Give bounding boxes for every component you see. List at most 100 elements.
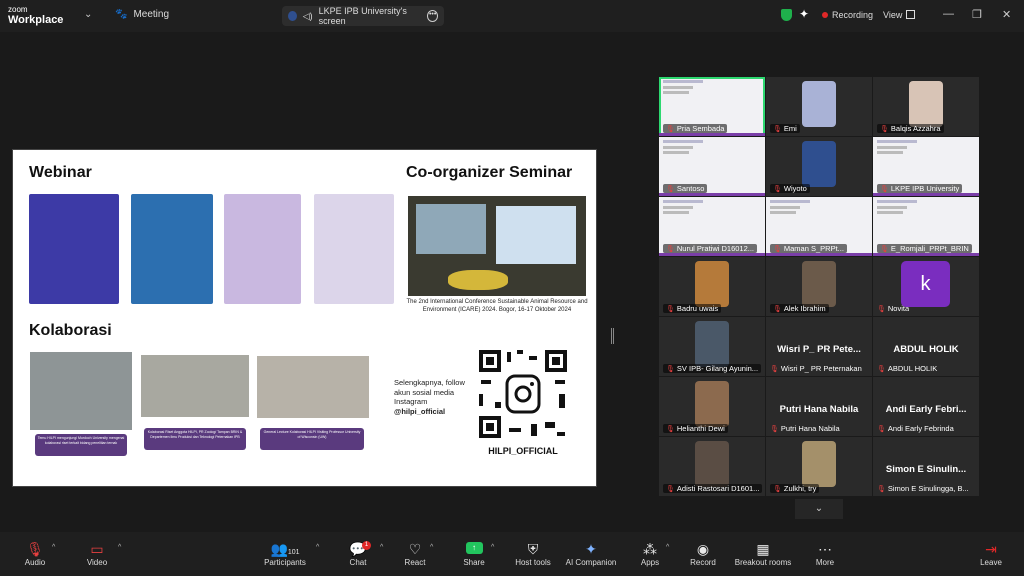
chat-badge: 1 [362,541,371,550]
leave-button[interactable]: ⇥ Leave [978,532,1004,576]
meeting-menu[interactable]: 🐾 Meeting [115,9,169,20]
gallery-scroll-down-icon[interactable]: ⌄ [795,499,843,519]
participant-video [802,81,836,127]
participant-tile[interactable]: Wisri P_ PR Pete... 🎙 Wisri P_ PR Peternak… [766,317,872,376]
participant-tile[interactable]: 🎙 Helianthi Dewi [659,377,765,436]
screen-share-indicator[interactable]: ◁) LKPE IPB University's screen ••• [282,6,444,26]
participant-tile[interactable]: Simon E Sinulin... 🎙 Simon E Sinulingga, B… [873,437,979,496]
apps-options-caret[interactable]: ^ [666,544,669,551]
participant-tile[interactable]: 🎙 Wiyoto [766,137,872,196]
breakout-rooms-button[interactable]: ▦ Breakout rooms [733,532,793,576]
mic-muted-icon: 🎙 [770,425,779,433]
shield-icon[interactable] [781,9,792,21]
apps-button[interactable]: ⁂ Apps [639,532,661,576]
participant-video [695,441,729,487]
participant-display-name: ABDUL HOLIK [893,344,959,355]
apps-icon: ⁂ [643,541,657,557]
close-icon[interactable]: ✕ [1002,8,1011,21]
participant-tile[interactable]: 🎙 Zulkhi, try [766,437,872,496]
video-options-caret[interactable]: ^ [118,544,121,551]
participant-name: 🎙 Simon E Sinulingga, B... [877,484,969,493]
participant-name: 🎙 Novita [877,304,909,313]
brand-bottom: Workplace [8,14,64,26]
leave-icon: ⇥ [985,541,997,557]
collab-caption-2: Kolaborasi Riset Anggota HILPI, PR Zoolo… [144,428,246,450]
participant-tile[interactable]: 🎙 Adisti Rastosari D1601... [659,437,765,496]
mic-muted-icon: 🎙 [773,125,782,133]
react-label: React [404,558,426,567]
collab-photo-3 [257,356,369,418]
participant-name-text: Wiyoto [783,184,807,193]
participant-tile[interactable]: Putri Hana Nabila 🎙 Putri Hana Nabila [766,377,872,436]
presenter-avatar-icon [288,11,297,21]
conference-photo [408,196,586,296]
participants-options-caret[interactable]: ^ [316,544,319,551]
more-icon: ⋯ [818,541,832,557]
minimize-icon[interactable]: — [943,8,954,20]
people-icon: 👥101 [270,541,300,557]
chat-button[interactable]: 💬 Chat [346,532,370,576]
chat-options-caret[interactable]: ^ [380,544,383,551]
participant-name-text: Zulkhi, try [783,484,817,493]
record-icon: ◉ [696,541,710,557]
participant-tile[interactable]: 🎙 Maman S_PRPt... [766,197,872,256]
participant-tile[interactable]: 🎙 E_Romjali_PRPt_BRIN [873,197,979,256]
host-tools-button[interactable]: ⛨ Host tools [513,532,553,576]
mic-muted-icon: 🎙 [770,365,779,373]
heading-coorganizer: Co-organizer Seminar [406,164,573,181]
react-options-caret[interactable]: ^ [430,544,433,551]
participant-name: 🎙 Badru uwais [663,304,722,313]
more-options-icon[interactable]: ••• [427,10,438,22]
mic-muted-icon: 🎙 [877,425,886,433]
participant-tile[interactable]: 🎙 Nurul Pratiwi D16012... [659,197,765,256]
sparkle-icon[interactable]: ✦ [799,7,809,21]
participant-name: 🎙 Emi [770,124,800,133]
resize-handle[interactable] [611,328,614,344]
qr-label: HILPI_OFFICIAL [488,446,558,456]
participant-tile[interactable]: 🎙 Badru uwais [659,257,765,316]
apps-label: Apps [640,558,660,567]
participant-display-name: Putri Hana Nabila [779,404,859,415]
conference-caption: The 2nd International Conference Sustain… [406,299,588,313]
mic-muted-icon: 🎙 [773,485,782,493]
record-button[interactable]: ◉ Record [688,532,718,576]
audio-options-caret[interactable]: ^ [52,544,55,551]
participant-name: 🎙 ABDUL HOLIK [877,364,937,373]
participant-tile[interactable]: 🎙 Emi [766,77,872,136]
participant-tile[interactable]: 🎙 Santoso [659,137,765,196]
participant-tile[interactable]: 🎙 Balqis Azzahra [873,77,979,136]
participant-name: 🎙 Santoso [663,184,708,193]
participant-name-text: Wisri P_ PR Peternakan [780,364,862,373]
participant-name-text: Santoso [676,184,705,193]
participant-tile[interactable]: 🎙 SV IPB- Gilang Ayunin... [659,317,765,376]
participant-name-text: Nurul Pratiwi D16012... [676,244,755,253]
participant-name-text: Simon E Sinulingga, B... [887,484,969,493]
collab-photo-1 [30,352,132,430]
more-button[interactable]: ⋯ More [813,532,837,576]
share-options-caret[interactable]: ^ [491,544,494,551]
ai-companion-button[interactable]: ✦ AI Companion [564,532,618,576]
participant-tile[interactable]: 🎙 Alek Ibrahim [766,257,872,316]
participant-tile[interactable]: ABDUL HOLIK 🎙 ABDUL HOLIK [873,317,979,376]
participant-tile[interactable]: 🎙 Pria Sembada [659,77,765,136]
speaker-icon: ◁) [302,10,313,21]
recording-indicator[interactable]: Recording [822,10,873,20]
restore-icon[interactable]: ❐ [972,8,982,21]
participant-tile[interactable]: Andi Early Febri... 🎙 Andi Early Febrinda [873,377,979,436]
mic-muted-icon: 🎙 [666,125,675,133]
share-button[interactable]: ↑ Share [461,532,487,576]
view-button[interactable]: View [883,10,916,20]
leave-label: Leave [980,558,1002,567]
follow-text: Selengkapnya, follow akun sosial media I… [394,378,472,416]
participant-tile[interactable]: 🎙 LKPE IPB University [873,137,979,196]
participant-name: 🎙 Putri Hana Nabila [770,424,840,433]
shared-screen: Webinar Co-organizer Seminar The 2nd Int… [12,149,597,487]
video-button[interactable]: ▭ Video [84,532,110,576]
chevron-down-icon[interactable]: ⌄ [84,9,92,20]
participant-tile[interactable]: k 🎙 Novita [873,257,979,316]
react-button[interactable]: ♡ React [402,532,428,576]
participant-name-text: Putri Hana Nabila [780,424,840,433]
participants-button[interactable]: 👥101 Participants [262,532,308,576]
audio-button[interactable]: 🎙 Audio [22,532,48,576]
more-label: More [815,558,835,567]
